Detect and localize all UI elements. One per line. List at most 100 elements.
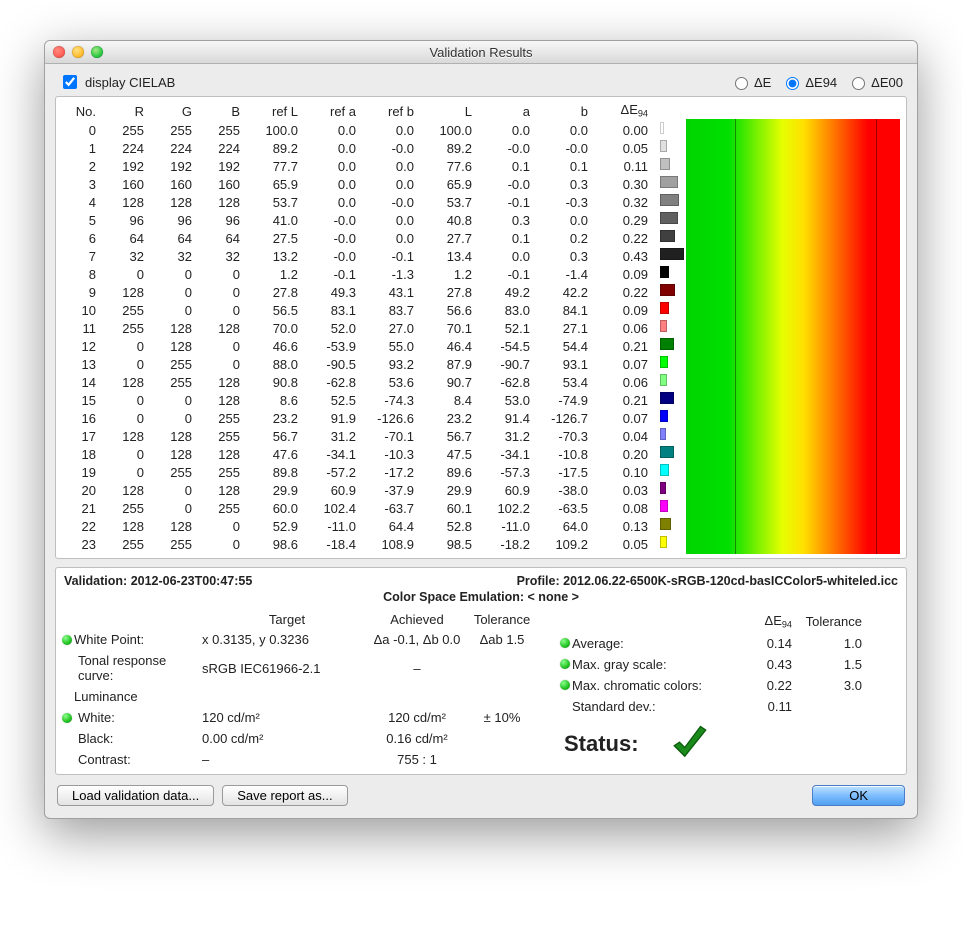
color-swatch: [660, 266, 669, 278]
color-swatch: [660, 392, 674, 404]
display-cielab-checkbox[interactable]: display CIELAB: [59, 72, 175, 92]
titlebar[interactable]: Validation Results: [45, 41, 917, 64]
col-achieved: Achieved: [372, 612, 462, 627]
col-header: ref a: [302, 101, 360, 122]
col-tolerance-r: Tolerance: [792, 614, 862, 629]
summary-row-white: White:120 cd/m²120 cd/m²± 10%: [62, 707, 542, 728]
results-table-panel: No.RGBref Lref aref bLabΔE94025525525510…: [55, 96, 907, 559]
color-swatch: [660, 302, 669, 314]
color-swatch: [660, 446, 674, 458]
col-header: R: [100, 101, 148, 122]
status-led-icon: [62, 713, 72, 723]
gradient-marker: [876, 119, 877, 554]
summary-row-black: Black:0.00 cd/m²0.16 cd/m²: [62, 728, 542, 749]
color-swatch: [660, 500, 668, 512]
table-row: 316016016065.90.00.065.9-0.00.30.30: [62, 176, 652, 194]
summary-row-chr: Max. chromatic colors:0.223.0: [560, 675, 900, 696]
col-header: ΔE94: [592, 101, 652, 122]
validation-timestamp: 2012-06-23T00:47:55: [131, 574, 253, 588]
color-swatch: [660, 194, 679, 206]
col-header: No.: [62, 101, 100, 122]
table-row: 15001288.652.5-74.38.453.0-74.90.21: [62, 392, 652, 410]
color-swatch: [660, 518, 671, 530]
ok-button[interactable]: OK: [812, 785, 905, 806]
load-validation-button[interactable]: Load validation data...: [57, 785, 214, 806]
validation-results-window: Validation Results display CIELAB ΔE ΔE9…: [44, 40, 918, 819]
summary-row-lum: Luminance: [62, 686, 542, 707]
table-row: 1712812825556.731.2-70.156.731.2-70.30.0…: [62, 428, 652, 446]
col-header: G: [148, 101, 196, 122]
zoom-icon[interactable]: [91, 46, 103, 58]
table-row: 102550056.583.183.756.683.084.10.09: [62, 302, 652, 320]
window-title: Validation Results: [45, 45, 917, 60]
table-row: 19025525589.8-57.2-17.289.6-57.3-17.50.1…: [62, 464, 652, 482]
color-swatch: [660, 374, 667, 386]
results-table: No.RGBref Lref aref bLabΔE94025525525510…: [62, 101, 652, 554]
display-cielab-label: display CIELAB: [85, 75, 175, 90]
col-tolerance: Tolerance: [462, 612, 542, 627]
swatch-column: [660, 101, 684, 551]
table-row: 122422422489.20.0-0.089.2-0.0-0.00.05: [62, 140, 652, 158]
table-row: 20128012829.960.9-37.929.960.9-38.00.03: [62, 482, 652, 500]
table-row: 1125512812870.052.027.070.152.127.10.06: [62, 320, 652, 338]
cse-value: < none >: [528, 590, 579, 604]
table-row: 664646427.5-0.00.027.70.10.20.22: [62, 230, 652, 248]
profile-name: 2012.06.22-6500K-sRGB-120cd-basICColor5-…: [563, 574, 898, 588]
col-header: b: [534, 101, 592, 122]
summary-row-gray: Max. gray scale:0.431.5: [560, 654, 900, 675]
col-header: ref b: [360, 101, 418, 122]
color-swatch: [660, 464, 669, 476]
color-swatch: [660, 212, 678, 224]
color-swatch: [660, 410, 668, 422]
status-led-icon: [560, 659, 570, 669]
color-swatch: [660, 482, 666, 494]
status-ok-icon: [669, 723, 711, 765]
color-swatch: [660, 176, 678, 188]
summary-row-trc: Tonal response curve:sRGB IEC61966-2.1–: [62, 650, 542, 686]
validation-label: Validation:: [64, 574, 131, 588]
table-row: 120128046.6-53.955.046.4-54.554.40.21: [62, 338, 652, 356]
close-icon[interactable]: [53, 46, 65, 58]
table-row: 1412825512890.8-62.853.690.7-62.853.40.0…: [62, 374, 652, 392]
table-row: 732323213.2-0.0-0.113.40.00.30.43: [62, 248, 652, 266]
status-led-icon: [560, 638, 570, 648]
color-swatch: [660, 140, 667, 152]
table-row: 160025523.291.9-126.623.291.4-126.70.07: [62, 410, 652, 428]
table-row: 23255255098.6-18.4108.998.5-18.2109.20.0…: [62, 536, 652, 554]
table-row: 0255255255100.00.00.0100.00.00.00.00: [62, 122, 652, 140]
color-swatch: [660, 230, 675, 242]
table-row: 91280027.849.343.127.849.242.20.22: [62, 284, 652, 302]
cse-label: Color Space Emulation:: [383, 590, 527, 604]
color-swatch: [660, 536, 667, 548]
color-swatch: [660, 356, 668, 368]
col-header: B: [196, 101, 244, 122]
summary-panel: Validation: 2012-06-23T00:47:55 Profile:…: [55, 567, 907, 775]
save-report-button[interactable]: Save report as...: [222, 785, 347, 806]
radio-de94[interactable]: ΔE94: [781, 74, 837, 90]
col-header: ref L: [244, 101, 302, 122]
status-label: Status:: [564, 731, 639, 757]
table-row: 21255025560.0102.4-63.760.1102.2-63.50.0…: [62, 500, 652, 518]
col-de94: ΔE94: [732, 613, 792, 629]
color-swatch: [660, 338, 674, 350]
summary-row-std: Standard dev.:0.11: [560, 696, 900, 717]
summary-row-contr: Contrast:–755 : 1: [62, 749, 542, 770]
radio-de[interactable]: ΔE: [730, 74, 771, 90]
col-target: Target: [202, 612, 372, 627]
summary-row-wp: White Point:x 0.3135, y 0.3236Δa -0.1, Δ…: [62, 629, 542, 650]
status-led-icon: [62, 635, 72, 645]
color-swatch: [660, 158, 670, 170]
col-header: L: [418, 101, 476, 122]
color-swatch: [660, 122, 664, 134]
radio-de00[interactable]: ΔE00: [847, 74, 903, 90]
color-swatch: [660, 428, 666, 440]
display-cielab-input[interactable]: [63, 75, 77, 89]
table-row: 219219219277.70.00.077.60.10.10.11: [62, 158, 652, 176]
profile-label: Profile:: [517, 574, 564, 588]
summary-row-avg: Average:0.141.0: [560, 633, 900, 654]
gradient-marker: [735, 119, 736, 554]
table-row: 596969641.0-0.00.040.80.30.00.29: [62, 212, 652, 230]
gradient-bar: [686, 119, 900, 554]
minimize-icon[interactable]: [72, 46, 84, 58]
table-row: 80001.2-0.1-1.31.2-0.1-1.40.09: [62, 266, 652, 284]
